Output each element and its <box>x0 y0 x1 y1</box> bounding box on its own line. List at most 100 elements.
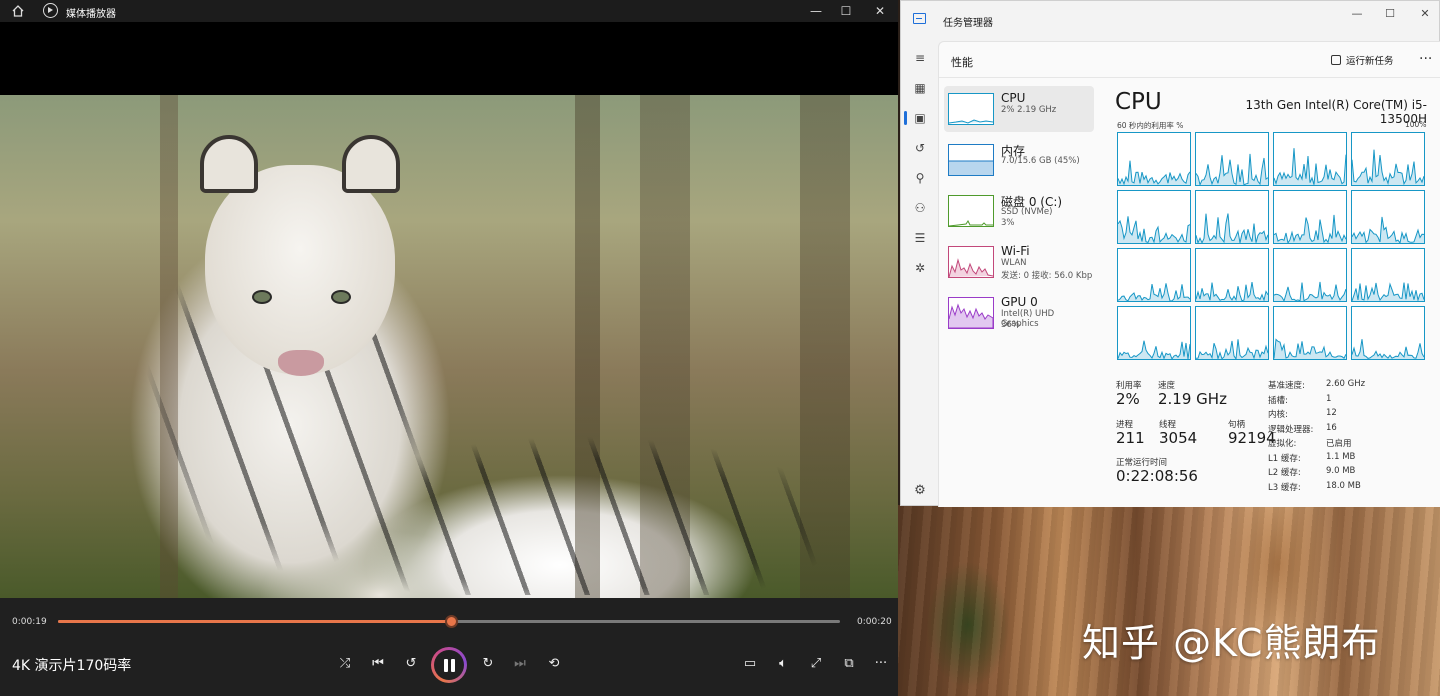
detail-key: 插槽: <box>1268 395 1288 406</box>
detail-value: 已启用 <box>1326 439 1352 449</box>
users-icon[interactable]: ⚇ <box>911 199 929 217</box>
fullscreen-icon[interactable]: ⤢ <box>807 655 825 673</box>
cpu-heading: CPU <box>1115 89 1162 115</box>
detail-value: 18.0 MB <box>1326 480 1361 491</box>
run-new-task-button[interactable]: 运行新任务 <box>1331 53 1394 67</box>
cpu-core-graphs <box>1117 132 1426 360</box>
more-options-icon[interactable]: ··· <box>872 655 890 673</box>
util-value: 2% <box>1116 390 1140 408</box>
core-graph <box>1351 132 1425 186</box>
watermark-text: 知乎 @KC熊朗布 <box>1082 621 1381 665</box>
detail-key: L2 缓存: <box>1268 468 1301 478</box>
nav-selection-indicator <box>904 111 907 125</box>
details-icon[interactable]: ☰ <box>911 229 929 247</box>
pause-icon <box>434 650 464 680</box>
performance-icon[interactable]: ▣ <box>911 109 929 127</box>
core-graph <box>1117 132 1191 186</box>
core-graph <box>1195 248 1269 302</box>
tm-minimize-button[interactable]: — <box>1350 7 1364 21</box>
cpu-thumbnail-graph <box>948 93 994 125</box>
resource-item-cpu[interactable]: CPU 2% 2.19 GHz <box>944 86 1094 132</box>
detail-key: 虚拟化: <box>1268 439 1297 449</box>
resource-name: GPU 0 <box>1001 295 1038 309</box>
desktop-wallpaper <box>898 505 1440 696</box>
wifi-thumbnail-graph <box>948 246 994 278</box>
cpu-model: 13th Gen Intel(R) Core(TM) i5-13500H <box>1245 98 1427 126</box>
detail-value: 1 <box>1326 393 1332 404</box>
minimize-button[interactable]: — <box>808 3 824 19</box>
menu-icon[interactable]: ≡ <box>911 49 929 67</box>
seek-bar[interactable] <box>58 615 840 628</box>
detail-key: 基准速度: <box>1268 381 1305 391</box>
more-options-button[interactable]: ··· <box>1419 51 1432 67</box>
resource-list: CPU 2% 2.19 GHz 内存 7.0/15.6 GB (45%) 磁盘 … <box>944 86 1094 341</box>
core-graph <box>1195 306 1269 360</box>
graph-label: 60 秒内的利用率 % <box>1117 121 1184 130</box>
resource-item-disk[interactable]: 磁盘 0 (C:) SSD (NVMe) 3% <box>944 188 1094 234</box>
detail-key: 逻辑处理器: <box>1268 424 1314 435</box>
detail-value: 16 <box>1326 422 1337 433</box>
shuffle-icon[interactable]: ⤮ <box>336 655 354 673</box>
home-icon[interactable] <box>11 4 25 18</box>
media-player-window: 媒体播放器 — ☐ ✕ 0:00:19 0:00:20 4K 演示片170码率 … <box>0 0 898 696</box>
forward-30-icon[interactable]: ↻ <box>479 655 497 673</box>
resource-sub: 7.0/15.6 GB (45%) <box>1001 156 1080 166</box>
video-title: 4K 演示片170码率 <box>12 658 132 674</box>
repeat-off-icon[interactable]: ⟲ <box>545 655 563 673</box>
seek-thumb[interactable] <box>445 615 459 628</box>
resource-item-wifi[interactable]: Wi-Fi WLAN 发送: 0 接收: 56.0 Kbp <box>944 239 1094 285</box>
settings-icon[interactable]: ⚙ <box>911 483 929 501</box>
app-history-icon[interactable]: ↺ <box>911 139 929 157</box>
miniplayer-icon[interactable]: ⧉ <box>840 655 858 673</box>
next-icon[interactable]: ⏭ <box>511 655 529 673</box>
tiger-nose <box>278 350 324 376</box>
resource-sub2: 发送: 0 接收: 56.0 Kbp <box>1001 271 1093 281</box>
startup-icon[interactable]: ⚲ <box>911 169 929 187</box>
core-graph <box>1195 190 1269 244</box>
detail-key: 内核: <box>1268 410 1288 420</box>
task-manager-window: 任务管理器 — ☐ ✕ ≡ ▦ ▣ ↺ ⚲ ⚇ ☰ ✲ ⚙ 性能 运行新任务 ·… <box>900 0 1440 507</box>
core-graph <box>1273 190 1347 244</box>
resource-sub: SSD (NVMe) <box>1001 207 1053 217</box>
core-graph <box>1117 248 1191 302</box>
rewind-10-icon[interactable]: ↺ <box>402 655 420 673</box>
run-new-task-label: 运行新任务 <box>1346 56 1394 67</box>
processes-icon[interactable]: ▦ <box>911 79 929 97</box>
disk-thumbnail-graph <box>948 195 994 227</box>
maximize-button[interactable]: ☐ <box>838 3 854 19</box>
resource-name: Wi-Fi <box>1001 244 1030 258</box>
tm-app-name: 任务管理器 <box>943 18 993 29</box>
pane-header: 性能 运行新任务 ··· <box>939 42 1440 78</box>
detail-value: 2.60 GHz <box>1326 379 1366 389</box>
core-graph <box>1273 306 1347 360</box>
player-controls: 0:00:19 0:00:20 4K 演示片170码率 ⤮ ⏮ ↺ ↻ ⏭ ⟲ … <box>0 598 898 696</box>
tiger-head <box>200 135 400 375</box>
resource-item-gpu[interactable]: GPU 0 Intel(R) UHD Graphics 36% <box>944 290 1094 336</box>
processes-value: 211 <box>1116 429 1145 447</box>
resource-item-memory[interactable]: 内存 7.0/15.6 GB (45%) <box>944 137 1094 183</box>
threads-value: 3054 <box>1159 429 1198 447</box>
previous-icon[interactable]: ⏮ <box>369 655 387 673</box>
subtitles-icon[interactable]: ▭ <box>741 655 759 673</box>
memory-thumbnail-graph <box>948 144 994 176</box>
player-titlebar: 媒体播放器 — ☐ ✕ <box>0 0 898 22</box>
resource-sub2: 3% <box>1001 218 1015 228</box>
tiger-eye-left <box>252 290 272 304</box>
speed-value: 2.19 GHz <box>1158 390 1227 408</box>
player-app-name: 媒体播放器 <box>66 9 116 20</box>
volume-icon[interactable]: 🔈︎ <box>774 655 792 673</box>
player-logo-icon <box>43 3 58 18</box>
tm-titlebar: 任务管理器 — ☐ ✕ <box>901 1 1440 39</box>
run-task-icon <box>1331 55 1341 65</box>
seek-progress <box>58 620 452 623</box>
task-manager-icon <box>913 13 926 24</box>
core-graph <box>1195 132 1269 186</box>
tm-maximize-button[interactable]: ☐ <box>1383 7 1397 21</box>
detail-value: 9.0 MB <box>1326 466 1356 476</box>
close-button[interactable]: ✕ <box>872 3 888 19</box>
detail-key: L3 缓存: <box>1268 482 1301 493</box>
tm-close-button[interactable]: ✕ <box>1418 7 1432 21</box>
services-icon[interactable]: ✲ <box>911 259 929 277</box>
pause-button[interactable] <box>431 647 467 683</box>
video-frame[interactable] <box>0 95 898 598</box>
